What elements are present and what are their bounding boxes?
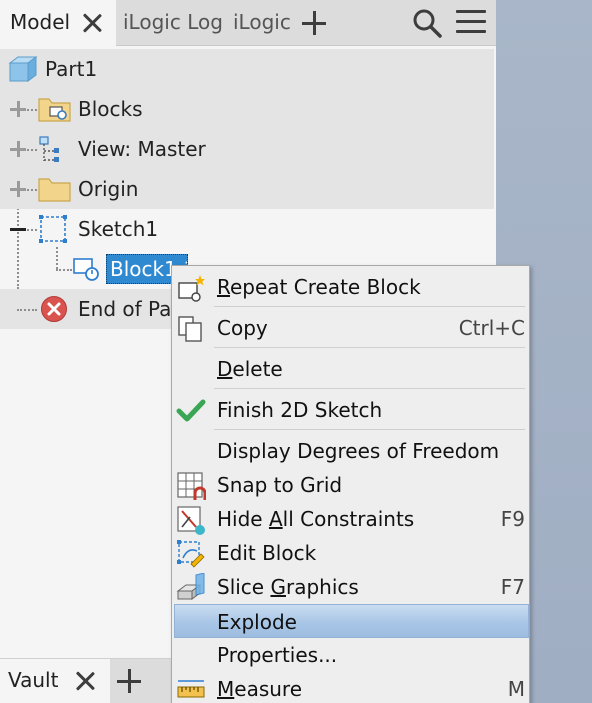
menu-item-shortcut: F7 (500, 575, 525, 599)
create-block-icon (178, 275, 205, 302)
menu-item-explode[interactable]: Explode (174, 604, 529, 638)
collapse-minus-icon[interactable] (10, 221, 26, 237)
menu-item-label: Slice Graphics (217, 575, 359, 599)
menu-item-label: Display Degrees of Freedom (217, 439, 500, 463)
menu-item-label: Copy (217, 316, 268, 340)
view-icon (39, 136, 59, 162)
expand-plus-icon[interactable] (10, 141, 26, 157)
hamburger-menu-icon[interactable] (456, 10, 486, 34)
slice-graphics-icon (176, 573, 205, 600)
menu-item-hide-all-constraints[interactable]: Hide All Constraints F9 (174, 502, 529, 536)
tree-branch-line (56, 269, 72, 271)
measure-icon (177, 680, 205, 698)
browser-tab-bar: Model iLogic Log iLogic (0, 0, 496, 47)
menu-item-finish-2d-sketch[interactable]: Finish 2D Sketch (174, 393, 529, 427)
tab-model-label: Model (10, 10, 71, 34)
tree-item-sketch1[interactable]: Sketch1 (0, 209, 494, 249)
add-tab-plus-icon[interactable] (302, 11, 326, 35)
add-tab-plus-icon[interactable] (117, 669, 141, 693)
menu-item-snap-to-grid[interactable]: Snap to Grid (174, 468, 529, 502)
context-menu: Repeat Create Block Copy Ctrl+C Delete F… (171, 265, 530, 703)
tree-branch-line (27, 109, 37, 111)
menu-item-label: Delete (217, 357, 283, 381)
tree-item-label: View: Master (78, 137, 206, 161)
close-icon[interactable] (80, 11, 104, 35)
tree-branch-line (17, 309, 37, 311)
menu-item-copy[interactable]: Copy Ctrl+C (174, 311, 529, 345)
search-icon[interactable] (411, 7, 443, 39)
tree-item-origin[interactable]: Origin (0, 169, 494, 209)
end-of-part-icon (41, 296, 67, 322)
copy-icon (178, 316, 202, 342)
tab-vault-label: Vault (8, 668, 59, 692)
snap-grid-icon (177, 472, 206, 500)
expand-plus-icon[interactable] (10, 181, 26, 197)
menu-separator (214, 388, 525, 389)
hide-constraints-icon (177, 506, 205, 535)
tree-item-part1[interactable]: Part1 (0, 49, 494, 89)
menu-separator (214, 347, 525, 348)
tab-ilogic[interactable]: iLogic (233, 0, 291, 46)
menu-item-display-dof[interactable]: Display Degrees of Freedom (174, 434, 529, 468)
tree-item-label: Origin (78, 177, 139, 201)
tab-model[interactable]: Model (0, 0, 116, 47)
close-icon[interactable] (73, 669, 97, 693)
menu-item-label: Snap to Grid (217, 473, 343, 497)
menu-item-label: Explode (217, 610, 297, 634)
tab-ilogic-log-label: iLogic Log (123, 10, 223, 34)
menu-item-delete[interactable]: Delete (174, 352, 529, 386)
menu-item-shortcut: F9 (500, 507, 525, 531)
menu-separator (214, 306, 525, 307)
tree-branch-line (27, 229, 37, 231)
menu-item-label: Measure (217, 677, 303, 701)
menu-item-repeat-create-block[interactable]: Repeat Create Block (174, 270, 529, 304)
checkmark-icon (176, 399, 206, 422)
tab-ilogic-log[interactable]: iLogic Log (123, 0, 223, 46)
menu-item-label: Finish 2D Sketch (217, 398, 383, 422)
tree-item-label: Sketch1 (78, 217, 159, 241)
menu-item-slice-graphics[interactable]: Slice Graphics F7 (174, 570, 529, 604)
expand-plus-icon[interactable] (10, 101, 26, 117)
tree-item-blocks[interactable]: Blocks (0, 89, 494, 129)
menu-item-label: Properties... (217, 643, 338, 667)
menu-item-label: Repeat Create Block (217, 275, 421, 299)
block-instance-icon (73, 258, 99, 281)
tree-branch-line (27, 149, 37, 151)
menu-item-shortcut: Ctrl+C (458, 316, 525, 340)
tab-ilogic-label: iLogic (233, 10, 291, 34)
folder-blocks-icon (38, 98, 71, 122)
menu-item-shortcut: M (507, 677, 525, 701)
tree-branch-line (27, 189, 37, 191)
sketch-icon (39, 215, 67, 243)
tree-item-label: Blocks (78, 97, 143, 121)
menu-item-label: Hide All Constraints (217, 507, 415, 531)
edit-block-icon (177, 540, 205, 568)
part-cube-icon (8, 56, 38, 82)
menu-item-properties[interactable]: Properties... (174, 638, 529, 672)
tab-vault[interactable]: Vault (0, 659, 110, 703)
folder-icon (38, 178, 71, 202)
menu-item-measure[interactable]: Measure M (174, 672, 529, 703)
tree-root-label: Part1 (45, 57, 98, 81)
menu-item-edit-block[interactable]: Edit Block (174, 536, 529, 570)
menu-separator (214, 429, 525, 430)
tree-item-view-master[interactable]: View: Master (0, 129, 494, 169)
menu-item-label: Edit Block (217, 541, 317, 565)
